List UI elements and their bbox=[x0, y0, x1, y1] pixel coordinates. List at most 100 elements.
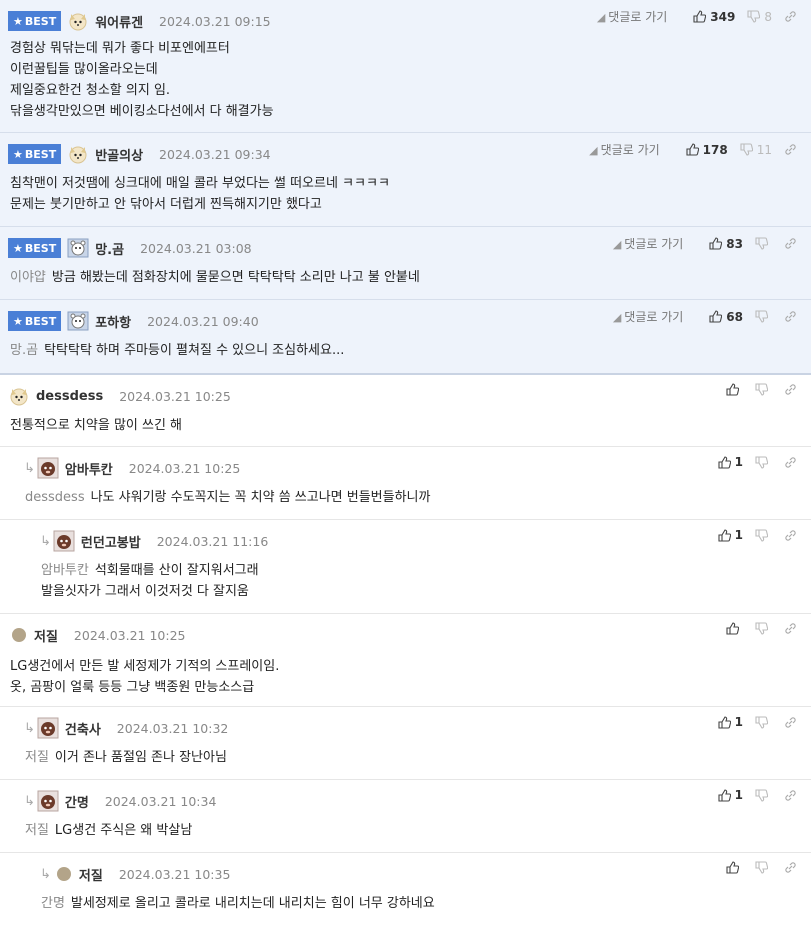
reply-target[interactable]: 저질 bbox=[25, 750, 49, 765]
comment-text: 경험상 뭐닦는데 뭐가 좋다 비포엔에프터 이런꿀팁들 많이올라오는데 제일중요… bbox=[10, 38, 274, 122]
comment-line-text: 방금 해봤는데 점화장치에 물묻으면 탁탁탁탁 소리만 나고 불 안붙네 bbox=[51, 270, 420, 285]
nickname[interactable]: 건축사 bbox=[65, 719, 101, 738]
goto-label: 댓글로 가기 bbox=[600, 143, 660, 157]
link-button[interactable] bbox=[784, 861, 801, 874]
nickname[interactable]: dessdess bbox=[36, 389, 103, 404]
reply-arrow-icon: ↳ bbox=[40, 866, 51, 882]
comment-line: 제일중요한건 청소할 의지 임. bbox=[10, 83, 171, 98]
link-icon bbox=[785, 716, 796, 728]
link-button[interactable] bbox=[784, 10, 801, 23]
reply-arrow-icon: ↳ bbox=[40, 533, 51, 549]
link-button[interactable] bbox=[784, 789, 801, 802]
nickname[interactable]: 암바투칸 bbox=[65, 459, 113, 478]
downvote-button[interactable] bbox=[755, 528, 772, 542]
best-badge: ★ BEST bbox=[8, 311, 62, 331]
link-button[interactable] bbox=[784, 529, 801, 542]
comment-text: 암바투칸 석회물때를 산이 잘지워서그래 발을싯자가 그래서 이것저것 다 잘지움 bbox=[41, 560, 259, 602]
nickname[interactable]: 간명 bbox=[65, 792, 89, 811]
reply-target[interactable]: 이야얍 bbox=[10, 270, 46, 285]
comment-date: 2024.03.21 10:25 bbox=[128, 460, 241, 476]
link-button[interactable] bbox=[784, 456, 801, 469]
upvote-count: 1 bbox=[734, 528, 743, 542]
comment-line-text: 발세정제로 올리고 콜라로 내리치는데 내리치는 힘이 너무 강하네요 bbox=[70, 896, 435, 911]
comment-line: 닦을생각만있으면 베이킹소다선에서 다 해결가능 bbox=[10, 104, 274, 119]
link-button[interactable] bbox=[784, 237, 801, 250]
goto-label: 댓글로 가기 bbox=[624, 310, 684, 324]
thumbs-down-icon bbox=[755, 861, 768, 874]
downvote-button[interactable] bbox=[755, 237, 772, 250]
comment-date: 2024.03.21 10:35 bbox=[118, 866, 231, 882]
comment-line-text: 나도 샤워기랑 수도꼭지는 꼭 치약 씀 쓰고나면 번들번들하니까 bbox=[90, 490, 431, 505]
comment-text: 간명 발세정제로 올리고 콜라로 내리치는데 내리치는 힘이 너무 강하네요 bbox=[41, 893, 435, 914]
comment-date: 2024.03.21 11:16 bbox=[156, 533, 269, 549]
comment-line: 간명 발세정제로 올리고 콜라로 내리치는데 내리치는 힘이 너무 강하네요 bbox=[41, 893, 435, 914]
thumbs-up-icon bbox=[718, 715, 731, 729]
nickname[interactable]: 망.곰 bbox=[95, 239, 124, 258]
upvote-button[interactable]: 1 bbox=[718, 455, 743, 469]
goto-comment-link[interactable]: ◢ 댓글로 가기 bbox=[597, 8, 667, 25]
upvote-count: 178 bbox=[702, 142, 728, 157]
comment-text: 이야얍 방금 해봤는데 점화장치에 물묻으면 탁탁탁탁 소리만 나고 불 안붙네 bbox=[10, 267, 420, 288]
nickname[interactable]: 런던고봉밥 bbox=[81, 532, 141, 551]
reply-target[interactable]: 암바투칸 bbox=[41, 563, 89, 578]
downvote-button[interactable]: 8 bbox=[747, 10, 772, 24]
downvote-button[interactable]: 11 bbox=[740, 143, 772, 157]
link-button[interactable] bbox=[784, 716, 801, 729]
reply-arrow-icon: ↳ bbox=[24, 720, 35, 736]
reply-target[interactable]: dessdess bbox=[25, 490, 85, 505]
upvote-button[interactable]: 1 bbox=[718, 528, 743, 542]
comment-text: 저질 이거 존나 품절임 존나 장난아님 bbox=[25, 747, 227, 768]
thumbs-up-icon bbox=[726, 622, 739, 635]
goto-label: 댓글로 가기 bbox=[624, 237, 684, 251]
link-icon bbox=[785, 11, 796, 22]
best-label: BEST bbox=[24, 147, 57, 161]
comment-line: 문제는 붓기만하고 안 닦아서 더럽게 찐득해지기만 했다고 bbox=[10, 197, 322, 212]
best-label: BEST bbox=[24, 14, 57, 28]
upvote-button[interactable] bbox=[726, 861, 743, 874]
upvote-count: 1 bbox=[734, 715, 743, 729]
downvote-button[interactable] bbox=[755, 383, 772, 396]
nickname[interactable]: 워어류겐 bbox=[95, 12, 143, 31]
upvote-button[interactable]: 1 bbox=[718, 715, 743, 729]
link-button[interactable] bbox=[784, 310, 801, 323]
dog-avatar-icon bbox=[67, 10, 89, 32]
nickname[interactable]: 반골의상 bbox=[95, 145, 143, 164]
downvote-button[interactable] bbox=[755, 310, 772, 323]
downvote-button[interactable] bbox=[755, 788, 772, 802]
downvote-button[interactable] bbox=[755, 715, 772, 729]
upvote-button[interactable]: 178 bbox=[686, 143, 728, 157]
link-icon bbox=[785, 529, 796, 541]
link-button[interactable] bbox=[784, 622, 801, 635]
thumbs-up-icon bbox=[686, 143, 699, 156]
upvote-button[interactable]: 68 bbox=[709, 310, 743, 324]
downvote-button[interactable] bbox=[755, 861, 772, 874]
goto-comment-link[interactable]: ◢ 댓글로 가기 bbox=[589, 141, 659, 158]
reply-target[interactable]: 망.곰 bbox=[10, 343, 38, 358]
reply-target[interactable]: 간명 bbox=[41, 896, 65, 911]
dog-avatar-icon bbox=[8, 385, 30, 407]
downvote-button[interactable] bbox=[755, 455, 772, 469]
upvote-button[interactable]: 349 bbox=[693, 10, 735, 24]
reply-target[interactable]: 저질 bbox=[25, 823, 49, 838]
thumbs-up-icon bbox=[693, 10, 707, 23]
link-button[interactable] bbox=[784, 383, 801, 396]
thumbs-up-icon bbox=[709, 310, 723, 323]
upvote-button[interactable] bbox=[726, 383, 743, 396]
nickname[interactable]: 저질 bbox=[79, 865, 103, 884]
nickname[interactable]: 저질 bbox=[34, 626, 58, 645]
link-icon bbox=[785, 238, 796, 249]
upvote-button[interactable]: 83 bbox=[709, 237, 743, 251]
comment-date: 2024.03.21 10:32 bbox=[116, 720, 229, 736]
comment-date: 2024.03.21 03:08 bbox=[140, 240, 252, 256]
goto-comment-link[interactable]: ◢ 댓글로 가기 bbox=[613, 235, 683, 252]
comment: dessdess 2024.03.21 10:25 전통적으로 치약을 많이 쓰… bbox=[0, 375, 811, 447]
thumbs-down-icon bbox=[755, 237, 768, 250]
avatar bbox=[12, 628, 26, 642]
downvote-button[interactable] bbox=[755, 622, 772, 635]
upvote-button[interactable] bbox=[726, 622, 743, 635]
link-icon bbox=[785, 311, 796, 322]
link-button[interactable] bbox=[784, 143, 801, 156]
upvote-button[interactable]: 1 bbox=[718, 788, 743, 802]
goto-comment-link[interactable]: ◢ 댓글로 가기 bbox=[613, 308, 683, 325]
nickname[interactable]: 포하항 bbox=[95, 312, 131, 331]
